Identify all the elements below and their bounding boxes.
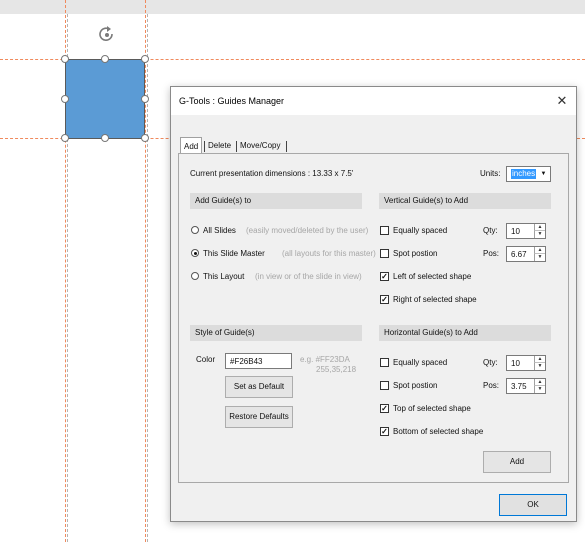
spin-down-icon[interactable]: ▼ — [534, 254, 545, 261]
radio-this-layout-hint: (in view or of the slide in view) — [255, 272, 362, 281]
spin-up-icon[interactable]: ▲ — [534, 356, 545, 363]
vertical-qty-stepper[interactable]: 10 ▲ ▼ — [506, 223, 546, 239]
dropdown-arrow-icon: ▼ — [540, 171, 547, 177]
horizontal-qty-label: Qty: — [483, 358, 498, 367]
vertical-qty-label: Qty: — [483, 226, 498, 235]
horizontal-section-header: Horizontal Guide(s) to Add — [379, 325, 551, 341]
top-of-shape-checkbox[interactable]: ✓ — [380, 404, 389, 413]
horizontal-pos-label: Pos: — [483, 381, 500, 390]
right-of-shape-label[interactable]: Right of selected shape — [393, 295, 477, 304]
bottom-of-shape-checkbox[interactable]: ✓ — [380, 427, 389, 436]
color-example-hex: e.g. #FF23DA — [300, 355, 350, 364]
resize-handle-s[interactable] — [101, 134, 109, 142]
units-label: Units: — [480, 169, 501, 178]
bottom-of-shape-label[interactable]: Bottom of selected shape — [393, 427, 483, 436]
spin-down-icon[interactable]: ▼ — [534, 231, 545, 238]
close-icon[interactable]: ✕ — [552, 91, 572, 111]
radio-all-slides-label[interactable]: All Slides — [203, 226, 236, 235]
radio-this-slide-master-hint: (all layouts for this master) — [282, 249, 376, 258]
restore-defaults-button[interactable]: Restore Defaults — [225, 406, 293, 428]
dialog-titlebar[interactable]: G-Tools : Guides Manager ✕ — [171, 87, 576, 115]
horizontal-spot-position-label[interactable]: Spot postion — [393, 381, 437, 390]
style-section-header: Style of Guide(s) — [190, 325, 362, 341]
vertical-pos-label: Pos: — [483, 249, 500, 258]
color-label: Color — [196, 355, 216, 364]
left-of-shape-checkbox[interactable]: ✓ — [380, 272, 389, 281]
vertical-equally-spaced-label[interactable]: Equally spaced — [393, 226, 447, 235]
vertical-qty-value: 10 — [511, 227, 520, 236]
horizontal-qty-value: 10 — [511, 359, 520, 368]
horizontal-pos-stepper[interactable]: 3.75 ▲ ▼ — [506, 378, 546, 394]
tab-separator — [286, 141, 287, 152]
spin-up-icon[interactable]: ▲ — [534, 379, 545, 386]
horizontal-pos-value: 3.75 — [511, 382, 527, 391]
tab-delete[interactable]: Delete — [205, 139, 234, 153]
guides-manager-dialog: G-Tools : Guides Manager ✕ Add Delete Mo… — [170, 86, 577, 522]
vertical-section-header: Vertical Guide(s) to Add — [379, 193, 551, 209]
resize-handle-nw[interactable] — [61, 55, 69, 63]
radio-this-layout[interactable] — [191, 272, 199, 280]
color-hex-input[interactable]: #F26B43 — [225, 353, 292, 369]
color-example-rgb: 255,35,218 — [316, 365, 357, 374]
spin-down-icon[interactable]: ▼ — [534, 363, 545, 370]
add-tab-panel: Current presentation dimensions : 13.33 … — [178, 153, 569, 483]
resize-handle-sw[interactable] — [61, 134, 69, 142]
add-guides-button[interactable]: Add — [483, 451, 551, 473]
resize-handle-n[interactable] — [101, 55, 109, 63]
top-of-shape-label[interactable]: Top of selected shape — [393, 404, 471, 413]
radio-this-slide-master-label[interactable]: This Slide Master — [203, 249, 265, 258]
resize-handle-w[interactable] — [61, 95, 69, 103]
add-to-section-header: Add Guide(s) to — [190, 193, 362, 209]
dimensions-text: Current presentation dimensions : 13.33 … — [190, 169, 354, 178]
right-of-shape-checkbox[interactable]: ✓ — [380, 295, 389, 304]
selected-rectangle-shape[interactable] — [65, 59, 145, 139]
radio-all-slides-hint: (easily moved/deleted by the user) — [246, 226, 369, 235]
spin-up-icon[interactable]: ▲ — [534, 247, 545, 254]
units-selected-value: inches — [511, 169, 537, 179]
vertical-spot-position-label[interactable]: Spot postion — [393, 249, 437, 258]
horizontal-spot-position-checkbox[interactable] — [380, 381, 389, 390]
horizontal-equally-spaced-checkbox[interactable] — [380, 358, 389, 367]
gray-guide-right — [147, 14, 148, 542]
vertical-spot-position-checkbox[interactable] — [380, 249, 389, 258]
vertical-pos-value: 6.67 — [511, 250, 527, 259]
radio-all-slides[interactable] — [191, 226, 199, 234]
tab-move-copy[interactable]: Move/Copy — [237, 139, 283, 153]
resize-handle-e[interactable] — [141, 95, 149, 103]
units-select[interactable]: inches ▼ — [506, 166, 551, 182]
left-of-shape-label[interactable]: Left of selected shape — [393, 272, 471, 281]
radio-this-layout-label[interactable]: This Layout — [203, 272, 244, 281]
horizontal-equally-spaced-label[interactable]: Equally spaced — [393, 358, 447, 367]
resize-handle-se[interactable] — [141, 134, 149, 142]
horizontal-qty-stepper[interactable]: 10 ▲ ▼ — [506, 355, 546, 371]
spin-up-icon[interactable]: ▲ — [534, 224, 545, 231]
ok-button[interactable]: OK — [499, 494, 567, 516]
spin-down-icon[interactable]: ▼ — [534, 386, 545, 393]
set-as-default-button[interactable]: Set as Default — [225, 376, 293, 398]
tab-add[interactable]: Add — [180, 137, 203, 154]
dialog-title: G-Tools : Guides Manager — [179, 96, 285, 106]
vertical-guide-right[interactable] — [145, 0, 146, 542]
resize-handle-ne[interactable] — [141, 55, 149, 63]
radio-this-slide-master[interactable] — [191, 249, 199, 257]
vertical-equally-spaced-checkbox[interactable] — [380, 226, 389, 235]
vertical-pos-stepper[interactable]: 6.67 ▲ ▼ — [506, 246, 546, 262]
rotate-handle-icon[interactable] — [97, 25, 117, 45]
